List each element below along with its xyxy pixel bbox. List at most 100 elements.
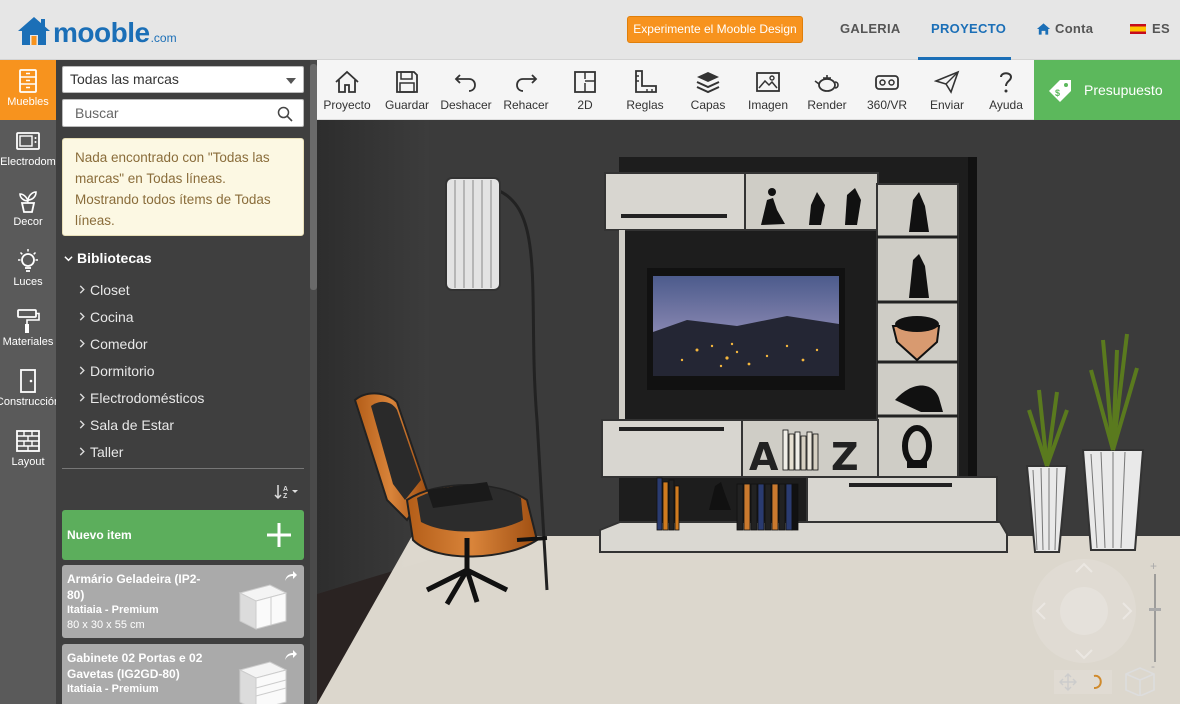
plus-icon <box>267 523 291 547</box>
send-paper-plane-icon <box>934 70 960 94</box>
svg-text:+: + <box>1150 560 1157 573</box>
category-decor[interactable]: Decor <box>0 180 56 240</box>
layers-icon <box>696 72 720 94</box>
library-item-cocina[interactable]: Cocina <box>79 303 299 330</box>
home-icon <box>335 70 359 93</box>
camera-orbit-control[interactable] <box>1031 558 1137 664</box>
no-results-notice: Nada encontrado con "Todas las marcas" e… <box>62 138 304 236</box>
redo-icon <box>516 74 538 92</box>
brand-select[interactable]: Todas las marcas <box>62 66 304 93</box>
question-mark-icon <box>1000 72 1013 93</box>
library-item-sala-de-estar[interactable]: Sala de Estar <box>79 411 299 438</box>
category-label: Electrodom <box>0 156 56 168</box>
search-box <box>62 99 304 127</box>
tool-label: Reglas <box>626 98 664 112</box>
tool-guardar[interactable]: Guardar <box>377 60 437 120</box>
chevron-down-icon <box>64 255 73 261</box>
product-name: Armário Geladeira (IP2-80) <box>67 572 201 602</box>
chevron-right-icon <box>79 339 85 348</box>
light-bulb-icon <box>18 249 38 272</box>
3d-viewport[interactable]: A Z + - <box>317 120 1180 704</box>
house-logo-icon <box>18 17 50 45</box>
ruler-icon <box>635 70 657 93</box>
undo-icon <box>454 74 476 92</box>
floor-plan-icon <box>574 71 596 93</box>
chevron-right-icon <box>79 420 85 429</box>
new-item-button[interactable]: Nuevo item <box>62 510 304 560</box>
category-label: Luces <box>13 276 43 288</box>
door-icon <box>20 369 36 393</box>
category-muebles[interactable]: Muebles <box>0 60 56 120</box>
tool-360-vr[interactable]: 360/VR <box>857 60 917 120</box>
zoom-slider-handle <box>1149 608 1161 611</box>
nav-galeria[interactable]: GALERIA <box>840 21 901 36</box>
tool-deshacer[interactable]: Deshacer <box>436 60 496 120</box>
library-item-label: Sala de Estar <box>90 416 175 433</box>
logo-brand-text: mooble <box>53 17 150 48</box>
spain-flag-icon <box>1130 23 1146 34</box>
new-item-label: Nuevo item <box>67 528 132 542</box>
image-icon <box>756 72 780 92</box>
plant-pot-icon <box>19 191 37 213</box>
tool-label: Capas <box>690 98 726 112</box>
category-construccion[interactable]: Construcción <box>0 360 60 420</box>
search-icon[interactable] <box>277 106 293 122</box>
tool-rehacer[interactable]: Rehacer <box>496 60 556 120</box>
tool-ayuda[interactable]: Ayuda <box>976 60 1036 120</box>
library-scrollbar[interactable] <box>310 60 317 704</box>
mooble-logo[interactable]: mooble .com <box>16 13 177 47</box>
category-layout[interactable]: Layout <box>0 420 56 480</box>
brand-select-value: Todas las marcas <box>70 71 179 87</box>
nav-conta[interactable]: Conta <box>1036 21 1093 36</box>
product-card[interactable]: Armário Geladeira (IP2-80) Itatiaia - Pr… <box>62 565 304 638</box>
tool-imagen[interactable]: Imagen <box>738 60 798 120</box>
library-item-electrodomesticos[interactable]: Electrodomésticos <box>79 384 299 411</box>
tool-enviar[interactable]: Enviar <box>917 60 977 120</box>
sort-alphabetical-button[interactable]: A Z <box>274 484 300 500</box>
mooble-design-promo-button[interactable]: Experimente el Mooble Design <box>627 16 803 43</box>
tool-proyecto[interactable]: Proyecto <box>317 60 377 120</box>
teapot-icon <box>814 75 839 92</box>
language-selector[interactable]: ES <box>1130 21 1170 36</box>
category-label: Materiales <box>2 336 54 348</box>
nav-conta-label: Conta <box>1055 21 1094 36</box>
price-tag-icon: $ <box>1049 80 1071 102</box>
svg-text:Z: Z <box>283 493 288 500</box>
product-name: Gabinete 02 Portas e 02 Gavetas (IG2GD-8… <box>67 651 203 681</box>
brick-wall-icon <box>16 430 40 452</box>
chevron-right-icon <box>79 285 85 294</box>
decor-letter-a: A <box>749 435 779 479</box>
category-luces[interactable]: Luces <box>0 240 56 300</box>
category-electrodomesticos[interactable]: Electrodom <box>0 120 56 180</box>
library-item-label: Taller <box>90 443 124 460</box>
tool-label: 2D <box>577 98 593 112</box>
category-label: Layout <box>11 456 45 468</box>
svg-text:A: A <box>283 486 288 493</box>
product-card[interactable]: Gabinete 02 Portas e 02 Gavetas (IG2GD-8… <box>62 644 304 704</box>
library-item-dormitorio[interactable]: Dormitorio <box>79 357 299 384</box>
library-item-comedor[interactable]: Comedor <box>79 330 299 357</box>
category-materiales[interactable]: Materiales <box>0 300 56 360</box>
tool-label: Imagen <box>747 98 789 112</box>
sort-az-icon: A Z <box>274 485 298 500</box>
library-item-closet[interactable]: Closet <box>79 276 299 303</box>
tool-label: Proyecto <box>323 98 371 112</box>
tool-2d-view[interactable]: 2D <box>555 60 615 120</box>
chevron-right-icon <box>79 312 85 321</box>
library-item-label: Cocina <box>90 308 134 325</box>
scrollbar-thumb[interactable] <box>310 64 317 290</box>
tool-render[interactable]: Render <box>797 60 857 120</box>
tool-capas[interactable]: Capas <box>678 60 738 120</box>
view-mode-buttons[interactable] <box>1054 664 1164 696</box>
nav-proyecto[interactable]: PROYECTO <box>931 21 1006 36</box>
budget-button[interactable]: $ Presupuesto <box>1034 60 1180 120</box>
tool-label: Ayuda <box>989 98 1023 112</box>
product-thumbnail <box>238 661 288 704</box>
chevron-down-icon <box>286 78 296 84</box>
libraries-section-toggle[interactable]: Bibliotecas <box>64 250 152 266</box>
tool-reglas[interactable]: Reglas <box>615 60 675 120</box>
search-input[interactable] <box>63 100 263 126</box>
library-item-label: Electrodomésticos <box>90 389 205 406</box>
zoom-slider[interactable]: + - <box>1147 560 1163 670</box>
library-item-taller[interactable]: Taller <box>79 438 299 465</box>
